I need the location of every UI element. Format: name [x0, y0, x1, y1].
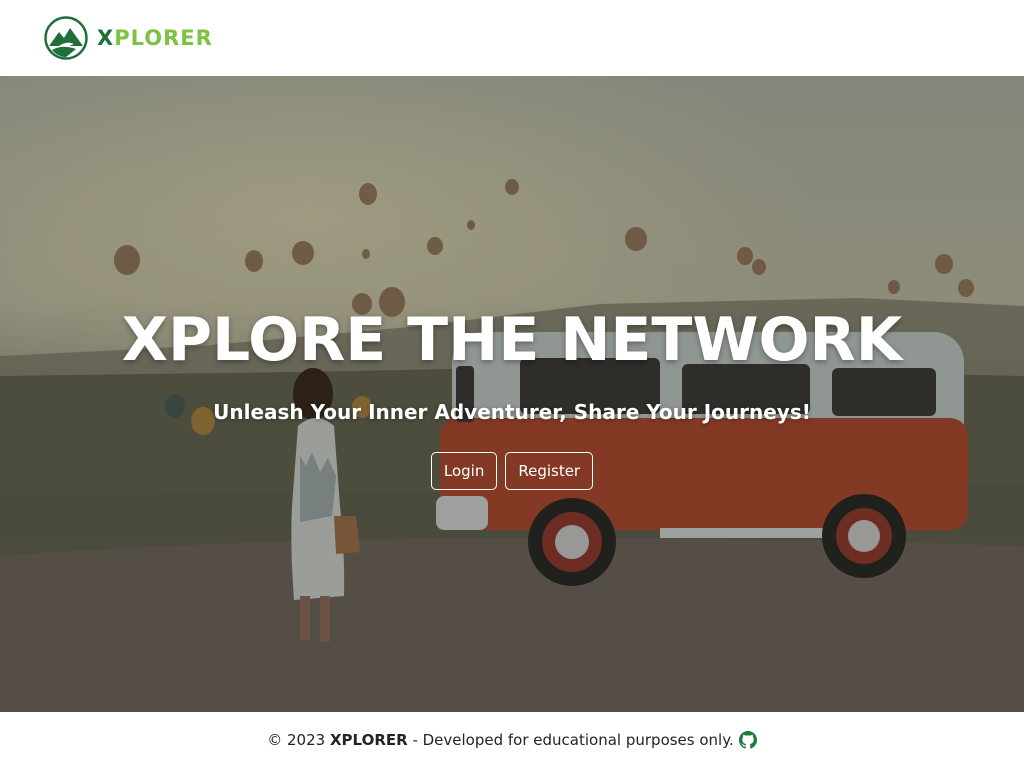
brand-link[interactable]: XPLORER: [44, 16, 213, 60]
footer-copyright: © 2023: [267, 731, 326, 749]
register-button[interactable]: Register: [505, 452, 594, 490]
hero-subtitle: Unleash Your Inner Adventurer, Share You…: [213, 400, 811, 424]
mountain-logo-icon: [44, 16, 88, 60]
brand-name: XPLORER: [97, 25, 213, 50]
footer-brand: XPLORER: [329, 731, 408, 749]
hero-actions: Login Register: [0, 452, 1024, 490]
login-button[interactable]: Login: [430, 452, 498, 490]
hero-section: XPLORE THE NETWORK Unleash Your Inner Ad…: [0, 76, 1024, 712]
hero-content: XPLORE THE NETWORK Unleash Your Inner Ad…: [0, 76, 1024, 712]
footer-note: - Developed for educational purposes onl…: [412, 731, 734, 749]
navbar: XPLORER: [0, 0, 1024, 76]
footer: © 2023 XPLORER - Developed for education…: [0, 712, 1024, 768]
github-icon[interactable]: [738, 731, 757, 749]
hero-title: XPLORE THE NETWORK: [121, 305, 903, 375]
